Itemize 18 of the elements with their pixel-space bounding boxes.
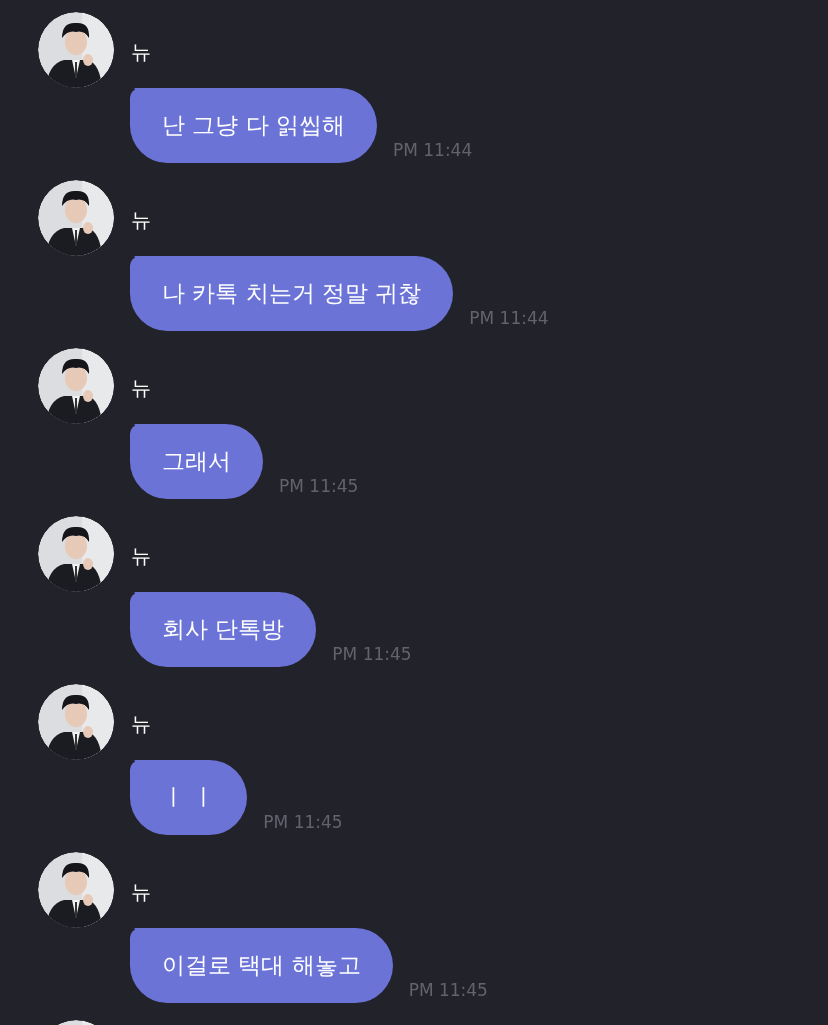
- timestamp: PM 11:45: [279, 476, 359, 496]
- sender-name: 뉴: [131, 206, 151, 234]
- sender-name: 뉴: [131, 878, 151, 906]
- sender-name: 뉴: [131, 542, 151, 570]
- message-bubble: 그래서: [130, 424, 263, 499]
- message-bubble: 회사 단톡방: [130, 592, 317, 667]
- timestamp: PM 11:44: [469, 308, 549, 328]
- sender-name: 뉴: [131, 38, 151, 66]
- sender-name: 뉴: [131, 374, 151, 402]
- message-bubble: 이걸로 택대 해놓고: [130, 928, 393, 1003]
- message-bubble: 난 그냥 다 읽씹해: [130, 88, 377, 163]
- timestamp: PM 11:45: [263, 812, 343, 832]
- timestamp: PM 11:45: [408, 980, 488, 1000]
- timestamp: PM 11:44: [392, 140, 473, 160]
- timestamp: PM 11:45: [332, 644, 412, 664]
- message-bubble: 나 카톡 치는거 정말 귀찮: [130, 256, 454, 331]
- sender-name: 뉴: [131, 710, 151, 738]
- message-bubble: ㅣ ㅣ: [130, 760, 248, 835]
